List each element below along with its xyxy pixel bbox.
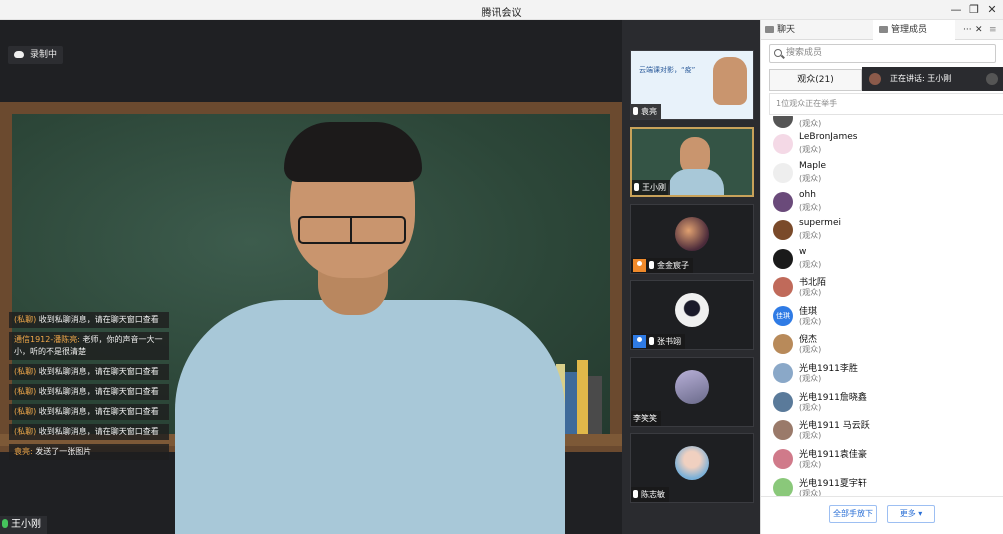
avatar — [773, 163, 793, 183]
avatar — [773, 449, 793, 469]
participant-avatar — [675, 217, 709, 251]
member-role: (观众) — [799, 119, 822, 128]
avatar — [773, 116, 793, 128]
avatar — [773, 192, 793, 212]
chat-message: (私聊) 收到私聊消息，请在聊天窗口查看 — [9, 364, 169, 380]
participant-name: 王小刚 — [642, 183, 666, 192]
menu-button[interactable]: ≡ — [989, 20, 999, 40]
participant-thumbnails: 云端课对影，“疫” 袁亮 王小刚 金金宸子 张书翊 李笑笑 陈志敏 — [622, 20, 760, 534]
speaker-avatar — [869, 73, 881, 85]
participant-tile[interactable]: 陈志敏 — [630, 433, 754, 503]
mic-icon — [2, 519, 8, 528]
avatar — [773, 392, 793, 412]
mic-icon — [634, 183, 639, 191]
speaker-body — [175, 300, 565, 534]
avatar — [773, 363, 793, 383]
active-speaker-label: 王小刚 — [0, 516, 47, 534]
tab-audience[interactable]: 观众(21) — [769, 69, 862, 91]
more-options-button[interactable]: 更多 ▾ — [887, 505, 935, 523]
search-icon — [774, 49, 782, 57]
chat-overlay: (私聊) 收到私聊消息，请在聊天窗口查看 通信1912-潘陈亮: 老师，你的声音… — [9, 312, 169, 464]
speaking-indicator: 正在讲话: 王小刚 — [862, 67, 1003, 91]
member-row[interactable]: 光电1911詹晓鑫 (观众) — [761, 388, 1003, 416]
participant-video — [713, 57, 747, 105]
avatar — [773, 220, 793, 240]
cloud-icon — [14, 51, 24, 58]
mic-icon — [633, 107, 638, 115]
chat-message: (私聊) 收到私聊消息，请在聊天窗口查看 — [9, 404, 169, 420]
participant-tile[interactable]: 李笑笑 — [630, 357, 754, 427]
avatar — [773, 134, 793, 154]
participant-name: 张书翊 — [657, 337, 681, 346]
avatar — [773, 478, 793, 496]
recording-label: 录制中 — [30, 50, 58, 60]
window-title: 腾讯会议 — [481, 8, 522, 19]
tab-chat[interactable]: 聊天 — [765, 20, 873, 40]
avatar — [773, 249, 793, 269]
panel-tabs: 聊天 管理成员 ··· ✕ ≡ — [761, 20, 1003, 40]
member-row[interactable]: 光电1911夏宇轩 (观众) — [761, 474, 1003, 496]
member-row[interactable]: ohh (观众) — [761, 188, 1003, 216]
member-row[interactable]: w (观众) — [761, 245, 1003, 273]
person-icon — [879, 26, 888, 33]
member-row[interactable]: 佳琪 佳琪 (观众) — [761, 302, 1003, 330]
member-row[interactable]: 倪杰 (观众) — [761, 330, 1003, 358]
speaker-hair — [284, 122, 422, 182]
mic-muted-icon — [649, 337, 654, 345]
participant-tile[interactable]: 云端课对影，“疫” 袁亮 — [630, 50, 754, 120]
avatar — [773, 277, 793, 297]
host-icon — [633, 259, 646, 272]
cohost-icon — [633, 335, 646, 348]
participant-name: 李笑笑 — [633, 414, 657, 423]
member-list: (观众) LeBronJames (观众) Maple (观众) ohh (观众) s… — [761, 116, 1003, 496]
mic-muted-icon — [649, 261, 654, 269]
participant-tile[interactable]: 金金宸子 — [630, 204, 754, 274]
participant-avatar — [675, 370, 709, 404]
mic-muted-icon — [633, 490, 638, 498]
tab-members[interactable]: 管理成员 — [873, 20, 955, 40]
search-placeholder: 搜索成员 — [786, 48, 823, 58]
title-bar: 腾讯会议 — ❐ ✕ — [0, 0, 1003, 20]
lower-all-hands-button[interactable]: 全部手放下 — [829, 505, 877, 523]
member-row[interactable]: 光电1911 马云跃 (观众) — [761, 416, 1003, 444]
close-panel-button[interactable]: ✕ — [975, 20, 985, 40]
participant-avatar — [675, 446, 709, 480]
avatar: 佳琪 — [773, 306, 793, 326]
chat-icon — [765, 26, 774, 33]
member-row[interactable]: supermei (观众) — [761, 216, 1003, 244]
chat-message: (私聊) 收到私聊消息，请在聊天窗口查看 — [9, 312, 169, 328]
member-row[interactable]: 光电1911袁佳豪 (观众) — [761, 445, 1003, 473]
participant-name: 袁亮 — [641, 107, 657, 116]
member-row[interactable]: 书北陌 (观众) — [761, 273, 1003, 301]
participant-name: 金金宸子 — [657, 261, 689, 270]
minimize-button[interactable]: — — [947, 2, 965, 18]
side-panel: 聊天 管理成员 ··· ✕ ≡ 搜索成员 观众(21) 正在讲话: 王小刚 1位… — [760, 20, 1003, 534]
participant-tile[interactable]: 张书翊 — [630, 280, 754, 350]
member-row[interactable]: LeBronJames (观众) — [761, 130, 1003, 158]
hands-up-banner[interactable]: 1位观众正在举手 — [769, 93, 1003, 115]
member-row[interactable]: 光电1911李胜 (观众) — [761, 359, 1003, 387]
chat-message: 袁亮: 发送了一张图片 — [9, 444, 169, 460]
shared-slide-title: 云端课对影，“疫” — [639, 66, 696, 74]
chat-message: (私聊) 收到私聊消息，请在聊天窗口查看 — [9, 384, 169, 400]
recording-badge[interactable]: 录制中 — [8, 46, 64, 64]
panel-footer: 全部手放下 更多 ▾ — [761, 496, 1003, 534]
glasses — [298, 216, 406, 244]
main-video[interactable]: 录制中 (私聊) 收到私聊消息，请在聊天窗口查看 通信1912-潘陈亮: 老师，… — [0, 20, 622, 534]
participant-tile[interactable]: 王小刚 — [630, 127, 754, 197]
chat-message: 通信1912-潘陈亮: 老师，你的声音一大一小，听的不是很清楚 — [9, 332, 169, 360]
restore-button[interactable]: ❐ — [965, 2, 983, 18]
participant-avatar — [675, 293, 709, 327]
participant-name: 陈志敏 — [641, 490, 665, 499]
chat-message: (私聊) 收到私聊消息，请在聊天窗口查看 — [9, 424, 169, 440]
search-input[interactable]: 搜索成员 — [769, 44, 996, 63]
avatar — [773, 334, 793, 354]
close-button[interactable]: ✕ — [983, 2, 1001, 18]
avatar — [773, 420, 793, 440]
member-row[interactable]: Maple (观众) — [761, 159, 1003, 187]
